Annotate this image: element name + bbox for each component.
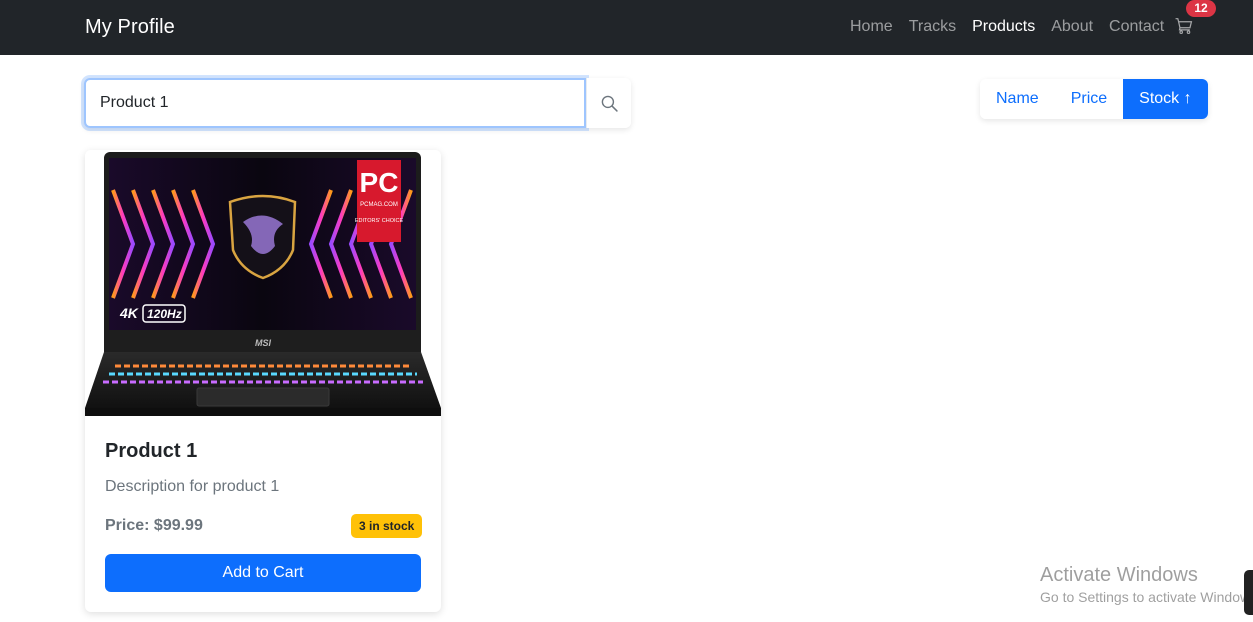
search-button[interactable]: [586, 78, 631, 128]
sort-button-group: Name Price Stock ↑: [980, 79, 1208, 119]
brand-title[interactable]: My Profile: [85, 16, 175, 39]
product-price: Price: $99.99: [105, 517, 203, 534]
search-group: [84, 78, 631, 128]
nav-link-contact[interactable]: Contact: [1109, 18, 1164, 36]
nav-link-tracks[interactable]: Tracks: [909, 18, 956, 36]
image-brand-text: MSI: [255, 338, 272, 348]
image-badge-site: PCMAG.COM: [360, 202, 398, 208]
nav-link-products[interactable]: Products: [972, 18, 1035, 36]
product-title: Product 1: [105, 440, 198, 462]
search-input[interactable]: [84, 78, 586, 128]
image-badge-choice: EDITORS' CHOICE: [355, 218, 404, 224]
add-to-cart-button[interactable]: Add to Cart: [105, 554, 421, 592]
cart-icon[interactable]: [1175, 17, 1195, 37]
image-refresh-text: 120Hz: [147, 307, 182, 321]
search-icon: [601, 95, 618, 112]
product-image: PC PCMAG.COM EDITORS' CHOICE 4K 120Hz MS…: [85, 150, 441, 418]
navbar: My Profile Home Tracks Products About Co…: [0, 0, 1253, 55]
product-card: PC PCMAG.COM EDITORS' CHOICE 4K 120Hz MS…: [85, 150, 441, 612]
sort-by-stock-button[interactable]: Stock ↑: [1123, 79, 1208, 119]
nav-link-about[interactable]: About: [1051, 18, 1093, 36]
nav-links: Home Tracks Products About Contact: [850, 18, 1180, 36]
activate-windows-title: Activate Windows: [1040, 564, 1198, 586]
nav-link-home[interactable]: Home: [850, 18, 893, 36]
image-resolution-text: 4K: [119, 305, 139, 321]
sort-by-name-button[interactable]: Name: [980, 79, 1055, 119]
image-badge-pc: PC: [360, 167, 399, 198]
sort-by-price-button[interactable]: Price: [1054, 79, 1124, 119]
stock-badge: 3 in stock: [351, 514, 423, 538]
product-description: Description for product 1: [105, 478, 280, 495]
activate-windows-subtitle: Go to Settings to activate Windows.: [1040, 589, 1253, 605]
cart-count-badge: 12: [1186, 0, 1216, 17]
edge-widget: [1244, 570, 1253, 615]
